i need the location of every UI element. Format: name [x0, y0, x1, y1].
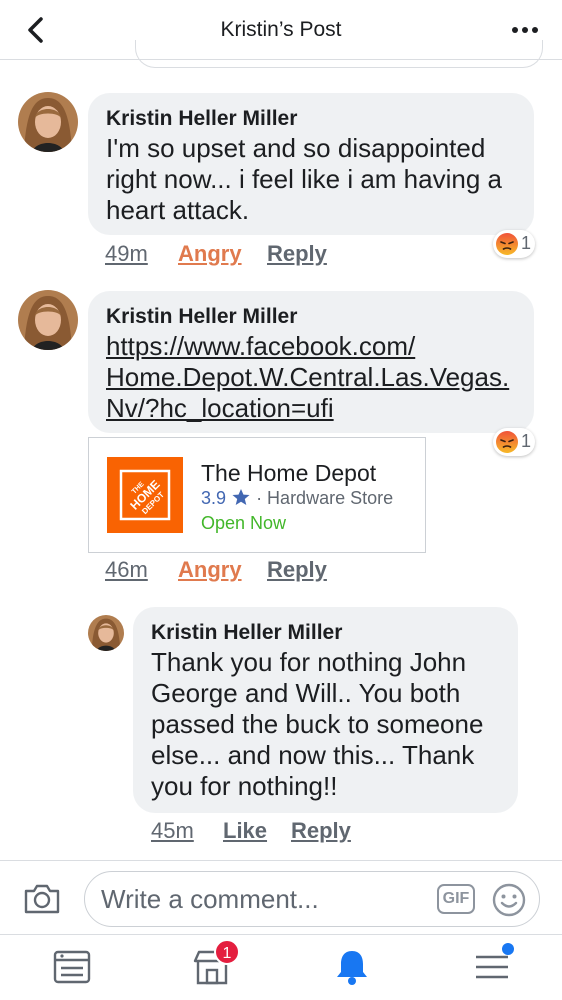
avatar[interactable]: [88, 615, 124, 651]
card-open-status: Open Now: [201, 513, 287, 533]
card-rating: 3.9 · Hardware Store: [201, 488, 393, 509]
reaction-count: 1: [521, 431, 532, 451]
comment-text-line: George and Will.. You both: [151, 678, 461, 708]
bottom-nav: 1: [0, 934, 562, 1000]
comment-time[interactable]: 49m: [105, 241, 148, 267]
angry-reaction-button[interactable]: Angry: [178, 241, 242, 267]
news-feed-icon: [53, 950, 91, 984]
smiley-icon: [492, 883, 526, 917]
notification-badge: 1: [214, 939, 240, 965]
comment-composer: GIF: [0, 860, 562, 934]
comment-time[interactable]: 46m: [105, 557, 148, 583]
more-options-button[interactable]: [510, 18, 540, 42]
comment-author[interactable]: Kristin Heller Miller: [106, 107, 297, 131]
like-button[interactable]: Like: [223, 818, 267, 844]
nav-notifications[interactable]: [332, 947, 372, 987]
comment-link-line[interactable]: Nv/?hc_location=ufi: [106, 393, 334, 424]
reaction-count: 1: [521, 233, 532, 253]
profile-photo-icon: [18, 290, 78, 350]
comment-text-line: heart attack.: [106, 195, 250, 225]
comment-bubble: Kristin Heller Miller Thank you for noth…: [133, 607, 518, 813]
previous-comment-edge: [135, 40, 543, 68]
home-depot-logo: THE HOME DEPOT: [107, 457, 183, 533]
rating-value: 3.9: [201, 488, 227, 508]
comment-text-line: passed the buck to someone: [151, 709, 484, 739]
menu-indicator-dot: [502, 943, 514, 955]
page-title: Kristin’s Post: [220, 18, 342, 41]
avatar[interactable]: [18, 92, 78, 152]
link-preview-card[interactable]: THE HOME DEPOT The Home Depot 3.9 · Hard…: [88, 437, 426, 553]
avatar[interactable]: [18, 290, 78, 350]
reaction-summary[interactable]: 1: [493, 428, 535, 456]
reply-button[interactable]: Reply: [267, 557, 327, 583]
camera-icon: [24, 884, 60, 914]
bell-icon: [337, 951, 367, 985]
reply-button[interactable]: Reply: [291, 818, 351, 844]
comment-bubble: Kristin Heller Miller I'm so upset and s…: [88, 93, 534, 235]
angry-reaction-icon: [496, 233, 518, 255]
reply-button[interactable]: Reply: [267, 241, 327, 267]
comment-link-line[interactable]: Home.Depot.W.Central.Las.Vegas.: [106, 362, 509, 393]
comment-text-line: right now... i feel like i am having a: [106, 164, 502, 194]
comment-text-line: else... and now this... Thank: [151, 740, 475, 770]
comment-author[interactable]: Kristin Heller Miller: [106, 305, 297, 329]
home-depot-logo-icon: THE HOME DEPOT: [119, 469, 171, 521]
comment-author[interactable]: Kristin Heller Miller: [151, 621, 342, 645]
angry-reaction-button[interactable]: Angry: [178, 557, 242, 583]
comment-input-box[interactable]: GIF: [84, 871, 540, 927]
more-dots-icon: [512, 27, 538, 33]
comment-input[interactable]: [101, 878, 431, 920]
nav-news-feed[interactable]: [52, 947, 92, 987]
emoji-button[interactable]: [491, 882, 527, 918]
comment-text-line: you for nothing!!: [151, 771, 338, 801]
comment-text-line: Thank you for nothing John: [151, 647, 467, 677]
profile-photo-icon: [18, 92, 78, 152]
gif-button[interactable]: GIF: [437, 884, 475, 914]
comment-link-line[interactable]: https://www.facebook.com/: [106, 331, 415, 362]
camera-button[interactable]: [22, 881, 62, 917]
profile-photo-icon: [88, 615, 124, 651]
comment-text-line: I'm so upset and so disappointed: [106, 133, 486, 163]
card-title: The Home Depot: [201, 460, 377, 486]
angry-reaction-icon: [496, 431, 518, 453]
comment-time[interactable]: 45m: [151, 818, 194, 844]
star-icon: [232, 488, 250, 506]
card-category: · Hardware Store: [256, 488, 394, 508]
nav-marketplace[interactable]: 1: [192, 939, 240, 987]
comment-bubble: Kristin Heller Miller https://www.facebo…: [88, 291, 534, 433]
nav-menu[interactable]: [472, 943, 514, 987]
reaction-summary[interactable]: 1: [493, 230, 535, 258]
